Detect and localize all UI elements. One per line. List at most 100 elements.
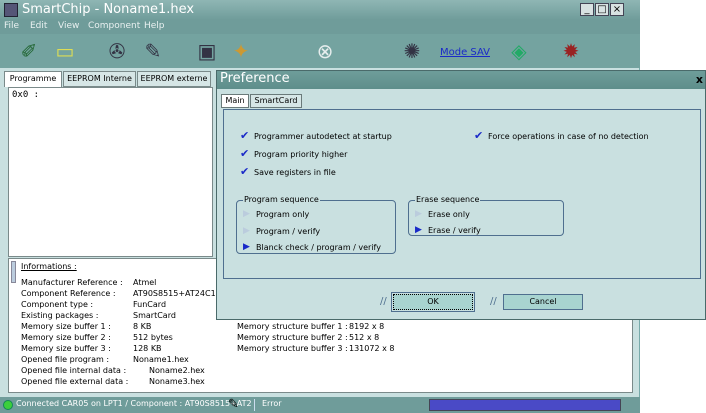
checkmark-icon: ✔ [474,129,484,142]
checkbox-label: Force operations in case of no detection [488,132,649,141]
mode-sav-link[interactable]: Mode SAV [440,47,490,58]
connection-status: Connected CAR05 on LPT1 / Component : AT… [16,399,252,408]
info-value: Atmel [133,278,157,287]
info-row: Opened file internal data : Noname2.hex [21,366,251,377]
structure-value: 512 x 8 [349,333,380,342]
ok-button[interactable]: // OK [380,292,475,312]
arrow-icon: ▶ [415,209,422,219]
info-panel-handle[interactable] [11,261,16,283]
structure-value: 8192 x 8 [349,322,385,331]
structure-row: Memory structure buffer 1 : 8192 x 8 [237,322,437,333]
menu-component[interactable]: Component [88,21,140,31]
menu-bar: File Edit View Component Help [0,20,640,34]
connection-led-icon [3,400,13,410]
erase-sequence-group: Erase sequence ▶ Erase only ▶ Erase / ve… [408,195,564,236]
arrow-icon: ▶ [243,226,250,236]
info-label: Manufacturer Reference : [21,278,123,287]
checkmark-icon: ✔ [240,147,250,160]
menu-edit[interactable]: Edit [30,21,47,31]
option-label: Erase / verify [428,226,481,235]
info-value: Noname3.hex [149,377,205,386]
info-value: FunCard [133,300,167,309]
program-sequence-group: Program sequence ▶ Program only ▶ Progra… [236,195,396,254]
info-title: Informations : [21,262,77,271]
error-status: Error [262,399,282,408]
info-value: 128 KB [133,344,162,353]
option-label: Program only [256,210,310,219]
menu-view[interactable]: View [58,21,79,31]
preference-title: Preference [220,71,290,86]
info-label: Existing packages : [21,311,99,320]
info-label: Opened file internal data : [21,366,127,375]
menu-help[interactable]: Help [144,21,165,31]
info-label: Memory size buffer 2 : [21,333,111,342]
info-row: Memory size buffer 2 : 512 bytes [21,333,251,344]
cancel-label: Cancel [529,297,557,306]
hex-editor[interactable]: 0x0 : [8,87,213,257]
card-icon: ✎ [228,397,239,412]
tab-programme[interactable]: Programme [4,71,62,87]
structure-label: Memory structure buffer 3 : [237,344,348,353]
checkbox-label: Programmer autodetect at startup [254,132,392,141]
cancel-button[interactable]: // Cancel [490,294,583,310]
checkmark-icon: ✔ [240,129,250,142]
menu-file[interactable]: File [4,21,19,31]
read-chip-icon[interactable]: ✇ [102,38,132,64]
status-bar: Connected CAR05 on LPT1 / Component : AT… [0,397,640,413]
option-label: Program / verify [256,227,321,236]
checkbox-label: Program priority higher [254,150,348,159]
window-title: SmartChip - Noname1.hex [22,2,195,17]
info-row: Opened file program : Noname1.hex [21,355,251,366]
open-icon[interactable]: ✐ [14,38,44,64]
minimize-button[interactable]: _ [580,3,594,16]
toolbar: ✐ ▭ ✇ ✎ ▣ ✦ ⊗ ✺ Mode SAV ◈ ✹ [0,34,640,68]
preference-close-button[interactable]: x [696,73,703,86]
ok-label: OK [427,297,439,306]
tab-smartcard[interactable]: SmartCard [250,94,302,108]
settings-icon[interactable]: ✺ [397,38,427,64]
info-label: Component Reference : [21,289,116,298]
arrow-icon: ▶ [243,242,250,252]
structure-value: 131072 x 8 [349,344,395,353]
tab-eeprom-externe[interactable]: EEPROM externe [137,71,211,87]
checkbox-label: Save registers in file [254,168,336,177]
structure-row: Memory structure buffer 2 : 512 x 8 [237,333,437,344]
status-divider [254,399,255,411]
info-label: Memory size buffer 3 : [21,344,111,353]
info-row: Memory size buffer 1 : 8 KB [21,322,251,333]
new-icon[interactable]: ▭ [50,38,80,64]
structure-row: Memory structure buffer 3 : 131072 x 8 [237,344,437,355]
erase-icon[interactable]: ✦ [226,38,256,64]
close-button[interactable]: × [610,3,624,16]
option-label: Erase only [428,210,470,219]
info-value: Noname1.hex [133,355,189,364]
group-title: Erase sequence [415,195,481,204]
button-mark-icon: // [380,296,387,307]
bug-icon[interactable]: ✹ [556,38,586,64]
info-value: Noname2.hex [149,366,205,375]
info-value: 8 KB [133,322,152,331]
structure-label: Memory structure buffer 2 : [237,333,348,342]
preference-dialog: Preference x Main SmartCard ✔ Programmer… [216,70,706,320]
info-label: Memory size buffer 1 : [21,322,111,331]
info-row: Memory size buffer 3 : 128 KB [21,344,251,355]
arrow-icon: ▶ [243,209,250,219]
button-mark-icon: // [490,296,497,307]
write-chip-icon[interactable]: ✎ [138,38,168,64]
maximize-button[interactable]: □ [595,3,609,16]
program-icon[interactable]: ▣ [192,38,222,64]
info-value: SmartCard [133,311,176,320]
app-icon [4,3,18,17]
chip-icon[interactable]: ◈ [504,38,534,64]
tab-main[interactable]: Main [221,94,249,108]
tab-eeprom-interne[interactable]: EEPROM Interne [63,71,136,87]
group-title: Program sequence [243,195,320,204]
editor-address: 0x0 : [12,90,40,100]
preference-titlebar: Preference x [217,71,705,89]
title-bar: SmartChip - Noname1.hex _ □ × [0,0,640,20]
info-label: Component type : [21,300,94,309]
info-row: Opened file external data : Noname3.hex [21,377,251,388]
preference-main-panel: ✔ Programmer autodetect at startup ✔ Pro… [223,109,701,279]
option-label: Blanck check / program / verify [256,243,381,252]
stop-icon[interactable]: ⊗ [310,38,340,64]
